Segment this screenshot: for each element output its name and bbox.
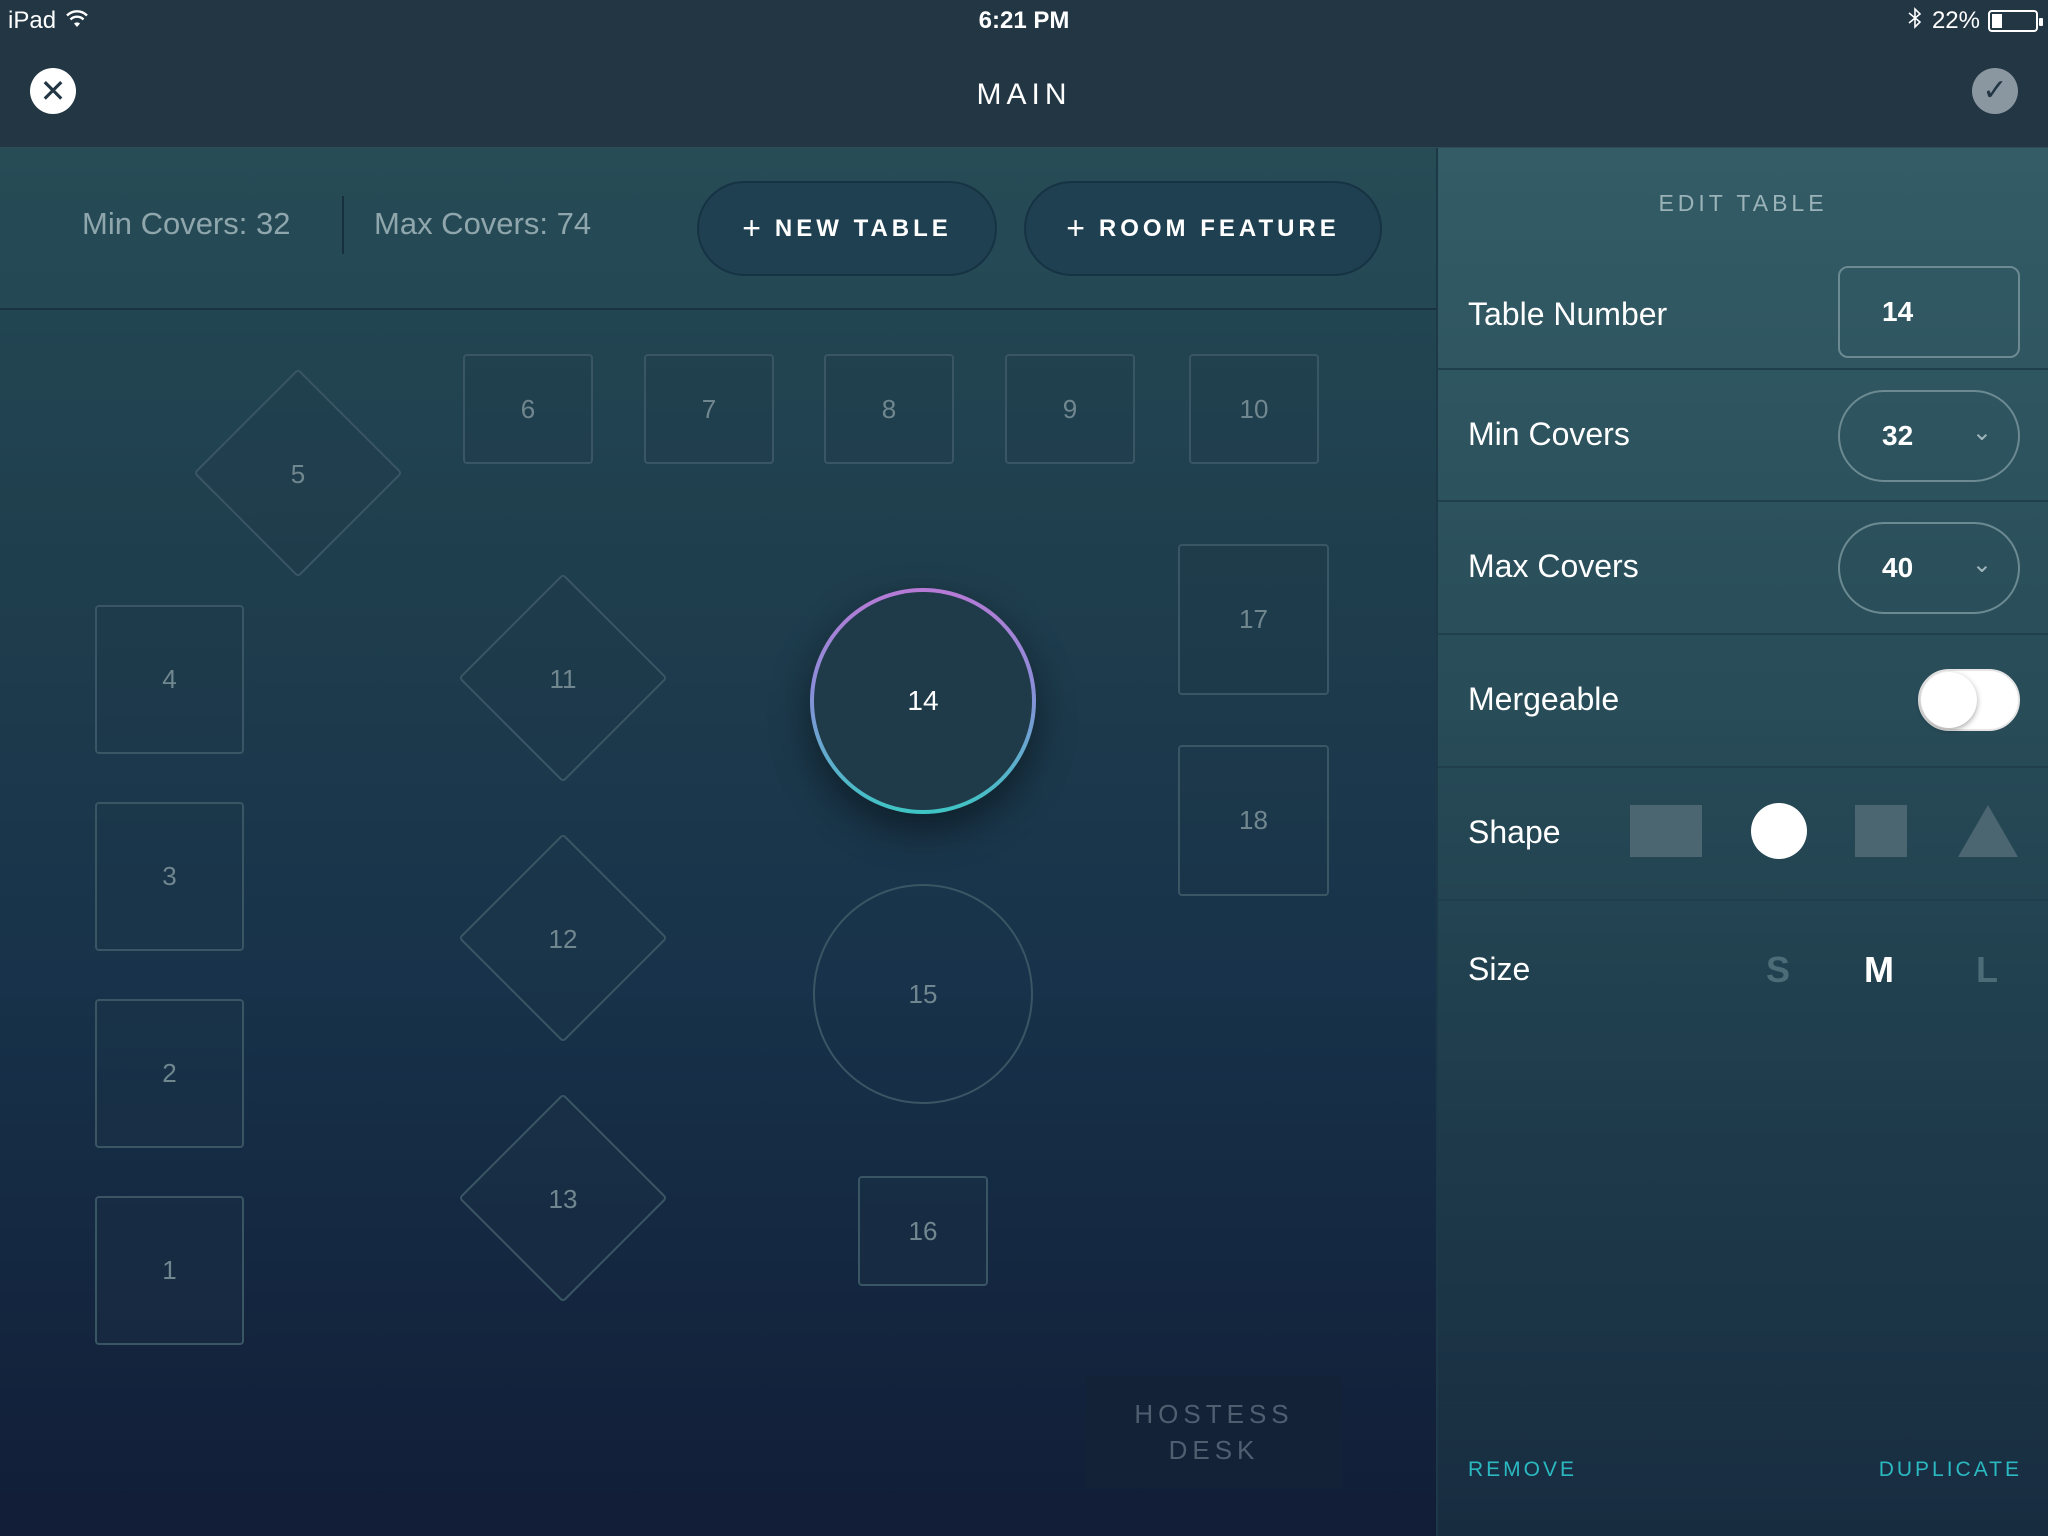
max-covers-row: Max Covers 40 ⌄: [1438, 502, 2048, 635]
table-number: 8: [881, 393, 897, 424]
table-number-value: 14: [1882, 296, 1914, 327]
status-bar: iPad 6:21 PM 22%: [0, 0, 2048, 40]
table-number-label: Table Number: [1468, 296, 1668, 332]
divider: [342, 196, 344, 254]
circle-shape-option[interactable]: [1751, 803, 1807, 859]
table-number: 7: [701, 393, 717, 424]
mergeable-row: Mergeable: [1438, 635, 2048, 768]
table-number: 18: [1239, 805, 1268, 835]
size-option-m[interactable]: M: [1864, 949, 1894, 991]
table-15[interactable]: 15: [813, 884, 1033, 1104]
size-option-s[interactable]: S: [1766, 949, 1790, 991]
floor-plan-editor: iPad 6:21 PM 22% ✕ MAIN ✓ Min Covers: 32…: [0, 0, 2048, 1536]
table-2[interactable]: 2: [95, 999, 244, 1148]
shape-label: Shape: [1468, 814, 1561, 850]
table-number: 5: [290, 459, 306, 489]
size-row: Size S M L: [1438, 901, 2048, 1041]
checkmark-icon: ✓: [1982, 74, 2008, 107]
panel-title: EDIT TABLE: [1658, 190, 1828, 216]
selected-table-inner: 14: [814, 592, 1032, 810]
battery-percent: 22%: [1931, 7, 1980, 34]
table-14-selected[interactable]: 14: [810, 588, 1036, 814]
table-number: 16: [908, 1215, 938, 1246]
table-number: 9: [1062, 393, 1078, 424]
table-number: 2: [162, 1058, 177, 1088]
min-covers-summary: Min Covers: 32: [82, 206, 291, 241]
min-covers-label: Min Covers: [1468, 416, 1630, 452]
max-covers-summary: Max Covers: 74: [374, 206, 592, 241]
status-bar-right: 22%: [1908, 7, 2043, 35]
chevron-down-icon: ⌄: [1971, 551, 1992, 578]
floor-toolbar: Min Covers: 32 Max Covers: 74 + NEW TABL…: [0, 148, 1436, 310]
square-shape-option[interactable]: [1855, 805, 1907, 857]
table-1[interactable]: 1: [95, 1196, 244, 1345]
hostess-desk[interactable]: HOSTESS DESK: [1086, 1376, 1342, 1488]
duplicate-button[interactable]: DUPLICATE: [1879, 1458, 2022, 1482]
hostess-desk-label-line1: HOSTESS: [1134, 1399, 1294, 1429]
table-18[interactable]: 18: [1178, 745, 1329, 896]
hostess-desk-label-line2: DESK: [1168, 1435, 1260, 1465]
edit-table-panel: EDIT TABLE Table Number 14 Min Covers 32…: [1436, 148, 2048, 1536]
chevron-down-icon: ⌄: [1971, 419, 1992, 446]
new-table-label: NEW TABLE: [774, 214, 952, 242]
table-number: 10: [1239, 393, 1269, 424]
min-covers-row: Min Covers 32 ⌄: [1438, 370, 2048, 502]
max-covers-select[interactable]: 40 ⌄: [1838, 522, 2020, 614]
table-4[interactable]: 4: [95, 605, 244, 754]
table-number: 4: [162, 664, 177, 694]
max-covers-value: 40: [1882, 552, 1914, 583]
min-covers-value: 32: [1882, 420, 1914, 451]
table-number: 17: [1239, 604, 1268, 634]
table-number: 1: [162, 1255, 177, 1285]
room-feature-label: ROOM FEATURE: [1098, 214, 1340, 242]
table-number-input[interactable]: 14: [1838, 266, 2020, 358]
status-time: 6:21 PM: [978, 7, 1070, 34]
remove-button[interactable]: REMOVE: [1468, 1458, 1577, 1482]
done-button[interactable]: ✓: [1972, 68, 2018, 114]
mergeable-label: Mergeable: [1468, 681, 1620, 717]
floor-plan[interactable]: Min Covers: 32 Max Covers: 74 + NEW TABL…: [0, 148, 1436, 1536]
table-number: 6: [520, 393, 536, 424]
table-8[interactable]: 8: [824, 354, 954, 464]
table-number: 11: [549, 664, 577, 694]
page-title: MAIN: [976, 78, 1072, 111]
size-label: Size: [1468, 951, 1531, 987]
rectangle-shape-option[interactable]: [1630, 805, 1702, 857]
room-feature-button[interactable]: + ROOM FEATURE: [1024, 181, 1382, 276]
mergeable-toggle[interactable]: [1918, 669, 2020, 731]
triangle-shape-option[interactable]: [1956, 803, 2020, 864]
plus-icon: +: [1066, 210, 1085, 246]
nav-bar: ✕ MAIN ✓: [0, 40, 2048, 148]
table-number: 15: [908, 978, 938, 1009]
toggle-knob: [1921, 672, 1977, 728]
table-10[interactable]: 10: [1189, 354, 1319, 464]
size-option-l[interactable]: L: [1976, 949, 1998, 991]
table-3[interactable]: 3: [95, 802, 244, 951]
table-6[interactable]: 6: [463, 354, 593, 464]
new-table-button[interactable]: + NEW TABLE: [697, 181, 997, 276]
table-number: 14: [907, 685, 939, 716]
table-9[interactable]: 9: [1005, 354, 1135, 464]
battery-icon: [1988, 10, 2043, 32]
table-17[interactable]: 17: [1178, 544, 1329, 695]
table-16[interactable]: 16: [858, 1176, 988, 1286]
max-covers-label: Max Covers: [1468, 548, 1639, 584]
shape-row: Shape: [1438, 768, 2048, 901]
table-number: 12: [548, 924, 578, 954]
triangle-icon: [1958, 805, 2018, 857]
panel-footer: REMOVE DUPLICATE: [1438, 1402, 2048, 1536]
min-covers-select[interactable]: 32 ⌄: [1838, 390, 2020, 482]
table-number: 3: [162, 861, 177, 891]
plus-icon: +: [742, 210, 761, 246]
table-number: 13: [548, 1184, 578, 1214]
bluetooth-icon: [1908, 7, 1922, 35]
table-number-row: Table Number 14: [1438, 256, 2048, 370]
table-7[interactable]: 7: [644, 354, 774, 464]
